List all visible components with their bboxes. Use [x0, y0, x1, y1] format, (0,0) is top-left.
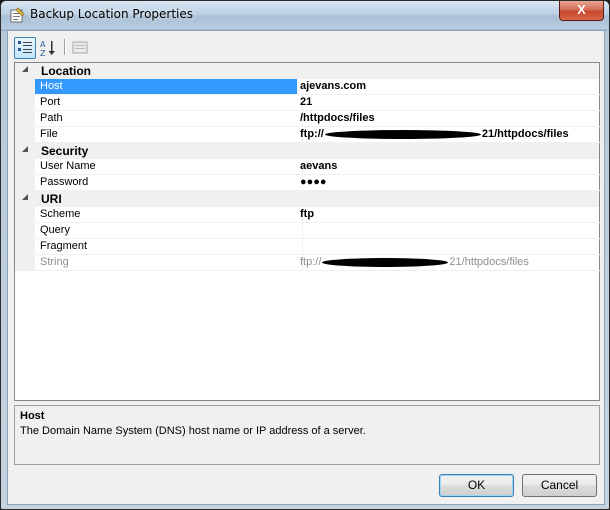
property-row-file[interactable]: File ftp:// 21/httpdocs/files	[15, 127, 600, 143]
property-name[interactable]: File	[35, 127, 303, 143]
row-gutter	[15, 207, 35, 223]
property-name[interactable]: Scheme	[35, 207, 303, 223]
property-value[interactable]	[298, 239, 600, 255]
property-row-scheme[interactable]: Scheme ftp	[15, 207, 600, 223]
redaction-mark	[324, 129, 481, 139]
property-name[interactable]: Port	[35, 95, 303, 111]
window-title: Backup Location Properties	[30, 7, 194, 21]
close-icon: X	[577, 2, 586, 17]
collapse-icon[interactable]	[22, 194, 28, 200]
ok-button[interactable]: OK	[439, 474, 514, 497]
value-prefix: ftp://	[300, 128, 324, 140]
row-gutter	[15, 127, 35, 143]
cancel-button[interactable]: Cancel	[522, 474, 597, 497]
row-gutter	[15, 239, 35, 255]
property-name[interactable]: Password	[35, 175, 303, 191]
property-name[interactable]: String	[35, 255, 303, 271]
description-text: The Domain Name System (DNS) host name o…	[20, 425, 366, 437]
property-name[interactable]: Fragment	[35, 239, 303, 255]
row-gutter	[15, 159, 35, 175]
close-button[interactable]: X	[559, 1, 604, 21]
toolbar-separator	[64, 39, 66, 55]
row-gutter	[15, 111, 35, 127]
property-row-fragment[interactable]: Fragment	[15, 239, 600, 255]
property-value[interactable]: 21	[298, 95, 600, 111]
collapse-icon[interactable]	[22, 66, 28, 72]
property-row-user-name[interactable]: User Name aevans	[15, 159, 600, 175]
property-value[interactable]: ●●●●	[298, 175, 600, 191]
property-value[interactable]: ajevans.com	[298, 79, 600, 95]
properties-window-icon	[10, 7, 25, 23]
value-suffix: 21/httpdocs/files	[449, 256, 529, 268]
category-label: Location	[41, 64, 91, 78]
property-value[interactable]: ftp	[298, 207, 600, 223]
category-uri[interactable]: URI	[15, 191, 599, 207]
property-value[interactable]: aevans	[298, 159, 600, 175]
property-row-string[interactable]: String ftp:// 21/httpdocs/files	[15, 255, 600, 271]
property-grid: Location Host ajevans.com Port 21 Path /…	[14, 62, 600, 401]
property-value[interactable]: ftp:// 21/httpdocs/files	[298, 255, 600, 271]
row-gutter	[15, 79, 35, 95]
property-value[interactable]: /httpdocs/files	[298, 111, 600, 127]
property-value[interactable]	[298, 223, 600, 239]
property-pages-button[interactable]	[69, 37, 91, 59]
alphabetical-sort-icon: A Z	[40, 40, 55, 58]
property-grid-toolbar: A Z	[8, 31, 604, 61]
redaction-mark	[322, 257, 449, 267]
row-gutter	[15, 175, 35, 191]
category-label: Security	[41, 144, 89, 158]
description-panel: Host The Domain Name System (DNS) host n…	[14, 405, 600, 465]
property-value[interactable]: ftp:// 21/httpdocs/files	[298, 127, 600, 143]
svg-text:A: A	[40, 40, 46, 49]
property-row-port[interactable]: Port 21	[15, 95, 600, 111]
property-row-query[interactable]: Query	[15, 223, 600, 239]
property-name[interactable]: User Name	[35, 159, 303, 175]
categorized-button[interactable]	[14, 37, 36, 59]
description-title: Host	[20, 410, 45, 422]
property-name[interactable]: Host	[35, 79, 298, 95]
category-label: URI	[41, 192, 62, 206]
value-suffix: 21/httpdocs/files	[481, 128, 569, 140]
value-prefix: ftp://	[300, 256, 322, 268]
property-row-host[interactable]: Host ajevans.com	[15, 79, 600, 95]
row-gutter	[15, 95, 35, 111]
property-name[interactable]: Query	[35, 223, 303, 239]
property-row-path[interactable]: Path /httpdocs/files	[15, 111, 600, 127]
row-gutter	[15, 255, 35, 271]
categorized-view-icon	[18, 41, 32, 53]
category-security[interactable]: Security	[15, 143, 599, 159]
properties-window: Backup Location Properties X A Z Locatio…	[0, 0, 610, 510]
property-name[interactable]: Path	[35, 111, 303, 127]
category-location[interactable]: Location	[15, 63, 599, 79]
property-row-password[interactable]: Password ●●●●	[15, 175, 600, 191]
title-bar[interactable]: Backup Location Properties X	[1, 1, 609, 29]
alphabetical-button[interactable]: A Z	[37, 37, 59, 59]
collapse-icon[interactable]	[22, 146, 28, 152]
svg-text:Z: Z	[40, 49, 46, 58]
dialog-body: A Z Location Host ajevans.com Port 21 Pa…	[7, 30, 605, 505]
property-pages-icon	[72, 41, 88, 54]
row-gutter	[15, 223, 35, 239]
